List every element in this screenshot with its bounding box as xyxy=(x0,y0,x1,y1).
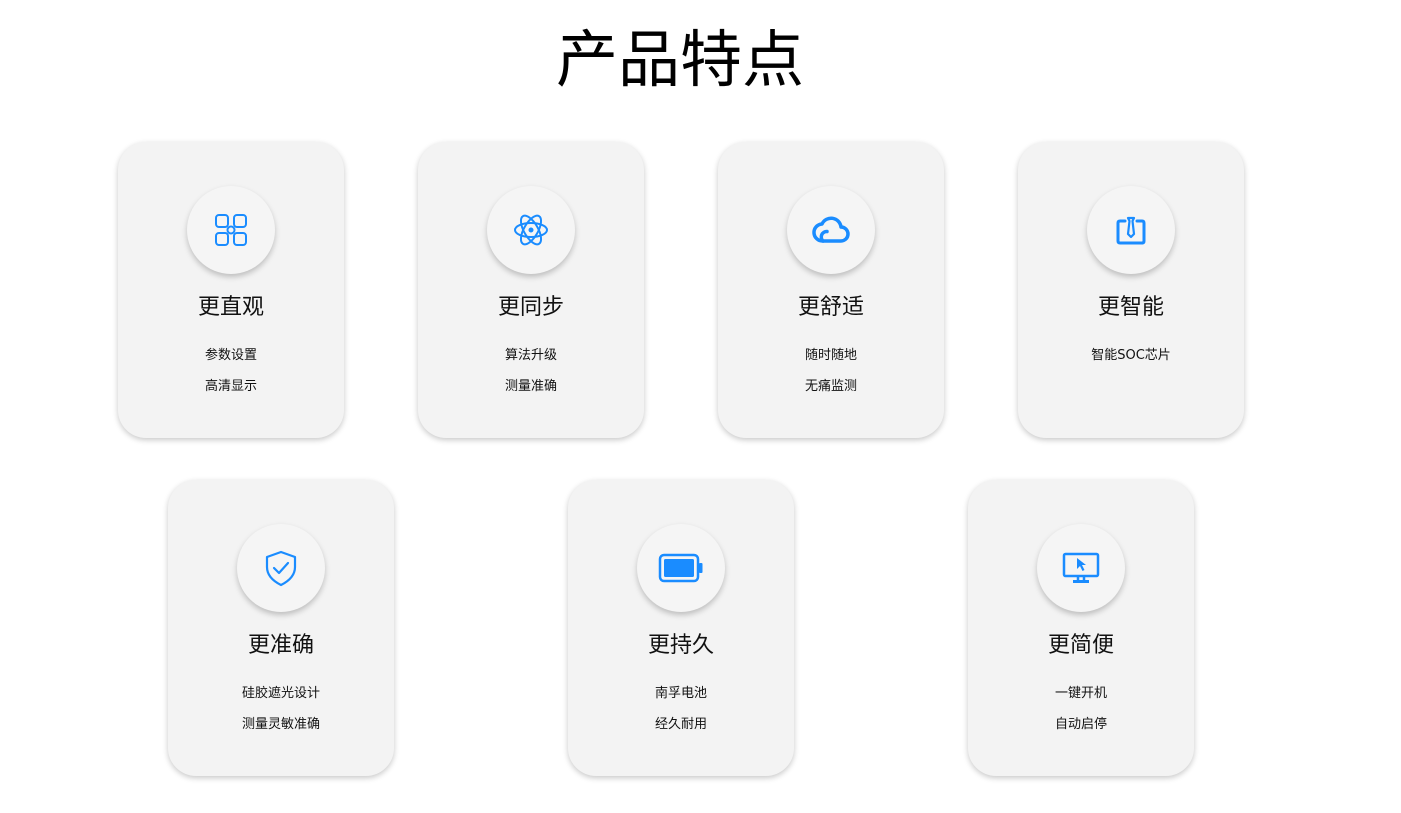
card-feature-line: 一键开机 xyxy=(1054,686,1107,701)
feature-card-synchronous: 更同步 算法升级 测量准确 xyxy=(418,142,644,438)
icon-circle xyxy=(187,186,275,274)
card-title: 更准确 xyxy=(247,633,314,658)
card-feature-line: 经久耐用 xyxy=(654,717,707,732)
feature-card-accurate: 更准确 硅胶遮光设计 测量灵敏准确 xyxy=(168,480,394,776)
card-feature-line: 随时随地 xyxy=(804,348,857,363)
page-title: 产品特点 xyxy=(555,23,804,96)
card-feature-line: 测量准确 xyxy=(504,379,557,394)
feature-card-convenient: 更简便 一键开机 自动启停 xyxy=(968,480,1194,776)
icon-circle xyxy=(787,186,875,274)
feature-card-durable: 更持久 南孚电池 经久耐用 xyxy=(568,480,794,776)
card-feature-line: 南孚电池 xyxy=(654,686,707,701)
card-feature-line: 高清显示 xyxy=(204,379,257,394)
icon-circle xyxy=(637,524,725,612)
cloud-icon xyxy=(812,216,850,243)
card-feature-line: 无痛监测 xyxy=(804,379,857,394)
chip-icon xyxy=(1116,216,1146,245)
card-title: 更持久 xyxy=(647,633,714,658)
battery-icon xyxy=(658,553,703,583)
card-feature-line: 算法升级 xyxy=(504,348,557,363)
card-feature-line: 测量灵敏准确 xyxy=(241,717,320,732)
icon-circle xyxy=(487,186,575,274)
card-title: 更舒适 xyxy=(797,295,864,320)
icon-circle xyxy=(1087,186,1175,274)
card-feature-line: 自动启停 xyxy=(1054,717,1107,732)
card-title: 更直观 xyxy=(197,295,264,320)
shield-check-icon xyxy=(265,550,297,587)
monitor-cursor-icon xyxy=(1062,552,1100,583)
feature-card-smart: 更智能 智能SOC芯片 xyxy=(1018,142,1244,438)
card-title: 更简便 xyxy=(1047,633,1114,658)
card-title: 更智能 xyxy=(1097,295,1164,320)
card-feature-line: 智能SOC芯片 xyxy=(1091,348,1171,363)
feature-card-intuitive: 更直观 参数设置 高清显示 xyxy=(118,142,344,438)
icon-circle xyxy=(1037,524,1125,612)
card-title: 更同步 xyxy=(497,295,564,320)
icon-circle xyxy=(237,524,325,612)
feature-card-comfortable: 更舒适 随时随地 无痛监测 xyxy=(718,142,944,438)
grid-icon xyxy=(215,214,247,246)
card-feature-line: 硅胶遮光设计 xyxy=(241,686,320,701)
card-feature-line: 参数设置 xyxy=(204,348,257,363)
atom-icon xyxy=(514,214,548,246)
